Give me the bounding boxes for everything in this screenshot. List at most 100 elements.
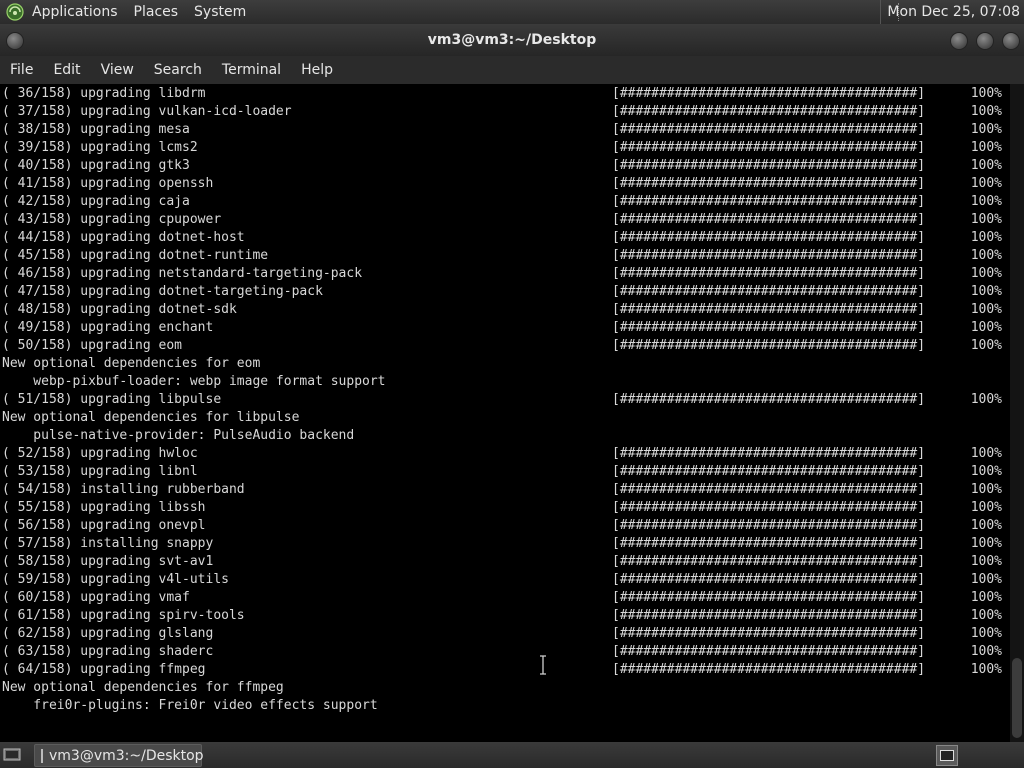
progress-bar-text: [######################################] [612,338,926,353]
taskbar-window-label: vm3@vm3:~/Desktop [49,747,204,764]
progress-percent: 100% [970,140,1002,155]
menu-file[interactable]: File [0,62,43,78]
progress-percent: 100% [970,302,1002,317]
window-title: vm3@vm3:~/Desktop [427,32,597,48]
terminal-line-text: ( 49/158) upgrading enchant [2,320,214,335]
progress-bar-text: [######################################] [612,518,926,533]
terminal-line-text: ( 46/158) upgrading netstandard-targetin… [2,266,363,281]
terminal-line-text: ( 42/158) upgrading caja [2,194,190,209]
terminal-line-text: ( 58/158) upgrading svt-av1 [2,554,214,569]
terminal-line: ( 48/158) upgrading dotnet-sdk [#########… [2,301,1008,319]
terminal-line-text: ( 38/158) upgrading mesa [2,122,190,137]
terminal-line: ( 45/158) upgrading dotnet-runtime [#####… [2,247,1008,265]
places-menu[interactable]: Places [134,0,179,24]
menu-help[interactable]: Help [291,62,343,78]
progress-percent: 100% [970,86,1002,101]
menu-edit[interactable]: Edit [43,62,90,78]
terminal-line-text: ( 36/158) upgrading libdrm [2,86,206,101]
progress-bar-text: [######################################] [612,482,926,497]
progress-bar-text: [######################################] [612,392,926,407]
terminal-line-text: ( 53/158) upgrading libnl [2,464,198,479]
progress-bar-text: [######################################] [612,536,926,551]
terminal-line: ( 64/158) upgrading ffmpeg [#############… [2,661,1008,679]
menu-view[interactable]: View [91,62,144,78]
progress-bar-text: [######################################] [612,140,926,155]
progress-bar-text: [######################################] [612,446,926,461]
terminal-line: ( 57/158) installing snappy [############… [2,535,1008,553]
terminal-icon [41,748,43,763]
maximize-button[interactable] [976,32,994,50]
terminal-line: ( 40/158) upgrading gtk3 [###############… [2,157,1008,175]
progress-bar-text: [######################################] [612,122,926,137]
progress-percent: 100% [970,320,1002,335]
progress-percent: 100% [970,608,1002,623]
progress-percent: 100% [970,284,1002,299]
terminal-area[interactable]: ( 36/158) upgrading libdrm [#############… [0,84,1010,742]
progress-bar-text: [######################################] [612,590,926,605]
progress-bar-text: [######################################] [612,626,926,641]
progress-percent: 100% [970,554,1002,569]
terminal-line-text: New optional dependencies for eom [2,356,261,371]
progress-percent: 100% [970,626,1002,641]
progress-percent: 100% [970,572,1002,587]
terminal-line: ( 55/158) upgrading libssh [#############… [2,499,1008,517]
progress-bar-text: [######################################] [612,662,926,677]
progress-percent: 100% [970,338,1002,353]
show-desktop-icon[interactable] [3,747,21,763]
terminal-line: ( 49/158) upgrading enchant [############… [2,319,1008,337]
terminal-line: frei0r-plugins: Frei0r video effects sup… [2,697,1008,715]
terminal-line: ( 53/158) upgrading libnl [##############… [2,463,1008,481]
terminal-line: ( 50/158) upgrading eom [################… [2,337,1008,355]
menu-search[interactable]: Search [144,62,212,78]
terminal-line-text: webp-pixbuf-loader: webp image format su… [2,374,386,389]
window-titlebar[interactable]: vm3@vm3:~/Desktop [0,24,1024,56]
terminal-line: New optional dependencies for eom [2,355,1008,373]
terminal-line-text: ( 63/158) upgrading shaderc [2,644,214,659]
terminal-line-text: New optional dependencies for libpulse [2,410,300,425]
menu-terminal[interactable]: Terminal [212,62,291,78]
terminal-line-text: ( 56/158) upgrading onevpl [2,518,206,533]
terminal-line-text: ( 43/158) upgrading cpupower [2,212,222,227]
terminal-line: New optional dependencies for libpulse [2,409,1008,427]
close-button[interactable] [1002,32,1020,50]
terminal-line-text: ( 52/158) upgrading hwloc [2,446,198,461]
progress-percent: 100% [970,590,1002,605]
progress-bar-text: [######################################] [612,320,926,335]
workspace-switcher[interactable] [936,745,958,766]
progress-percent: 100% [970,500,1002,515]
progress-bar-text: [######################################] [612,608,926,623]
terminal-line-text: ( 64/158) upgrading ffmpeg [2,662,206,677]
terminal-line: ( 43/158) upgrading cpupower [###########… [2,211,1008,229]
terminal-line: ( 37/158) upgrading vulkan-icd-loader [##… [2,103,1008,121]
taskbar-window-button[interactable]: vm3@vm3:~/Desktop [34,744,204,767]
applications-menu[interactable]: Applications [32,0,118,24]
terminal-line-text: ( 60/158) upgrading vmaf [2,590,190,605]
progress-bar-text: [######################################] [612,194,926,209]
system-menu[interactable]: System [194,0,246,24]
top-panel: Applications Places System Mon Dec 25, 0… [0,0,1024,24]
terminal-line: ( 46/158) upgrading netstandard-targetin… [2,265,1008,283]
terminal-line: ( 47/158) upgrading dotnet-targeting-pac… [2,283,1008,301]
terminal-line-text: ( 40/158) upgrading gtk3 [2,158,190,173]
terminal-line: ( 62/158) upgrading glslang [############… [2,625,1008,643]
terminal-line: ( 63/158) upgrading shaderc [############… [2,643,1008,661]
panel-clock[interactable]: Mon Dec 25, 07:08 [880,0,1020,24]
terminal-scrollbar[interactable] [1010,84,1024,742]
progress-percent: 100% [970,248,1002,263]
minimize-button[interactable] [950,32,968,50]
progress-bar-text: [######################################] [612,86,926,101]
progress-bar-text: [######################################] [612,554,926,569]
terminal-line-text: ( 61/158) upgrading spirv-tools [2,608,245,623]
progress-bar-text: [######################################] [612,248,926,263]
progress-percent: 100% [970,482,1002,497]
terminal-line-text: frei0r-plugins: Frei0r video effects sup… [2,698,378,713]
progress-percent: 100% [970,212,1002,227]
terminal-line: webp-pixbuf-loader: webp image format su… [2,373,1008,391]
scrollbar-thumb[interactable] [1012,658,1022,738]
terminal-line-text: ( 45/158) upgrading dotnet-runtime [2,248,269,263]
terminal-line: ( 59/158) upgrading v4l-utils [##########… [2,571,1008,589]
text-cursor-icon [540,655,546,675]
terminal-line-text: ( 39/158) upgrading lcms2 [2,140,198,155]
mate-logo-icon[interactable] [6,3,24,21]
progress-percent: 100% [970,446,1002,461]
